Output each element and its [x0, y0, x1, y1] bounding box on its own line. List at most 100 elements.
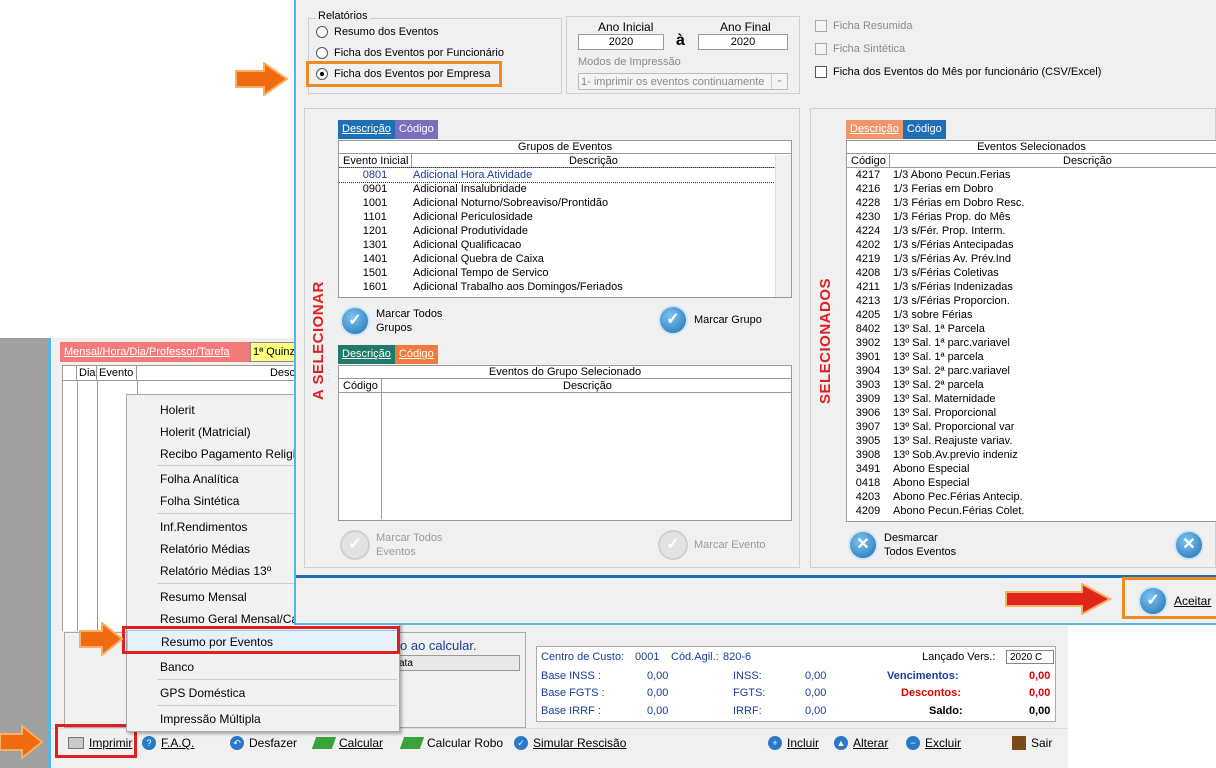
incluir-button[interactable]: + Incluir	[768, 736, 819, 750]
alterar-button[interactable]: ▲ Alterar	[834, 736, 888, 750]
table-row[interactable]: 1401 Adicional Quebra de Caixa	[339, 252, 791, 266]
tab-quinzena[interactable]: 1ª Quinz	[250, 342, 298, 362]
selecionados-title: Eventos Selecionados	[847, 141, 1216, 154]
table-row[interactable]: 4209 Abono Pecun.Férias Colet.	[847, 504, 1216, 518]
eventos-grupo-table[interactable]: Eventos do Grupo Selecionado Código Desc…	[338, 365, 792, 521]
desmarcar-evento-button[interactable]: ✕	[1174, 530, 1204, 560]
table-row[interactable]: 8402 13º Sal. 1ª Parcela	[847, 322, 1216, 336]
col-codigo: Código	[851, 155, 886, 167]
versao-value: 2020 C	[1006, 650, 1054, 664]
radio-ficha-funcionario[interactable]: Ficha dos Eventos por Funcionário	[316, 47, 504, 59]
grupos-table[interactable]: Grupos de Eventos Evento Inicial Descriç…	[338, 140, 792, 298]
table-row[interactable]: 4202 1/3 s/Férias Antecipadas	[847, 238, 1216, 252]
inss-label: INSS:	[733, 670, 762, 682]
table-row[interactable]: 3901 13º Sal. 1ª parcela	[847, 350, 1216, 364]
cell-code: 4224	[855, 225, 881, 237]
tab-mensal[interactable]: Mensal/Hora/Dia/Professor/Tarefa	[60, 342, 250, 362]
plus-icon: +	[768, 736, 782, 750]
tab-descricao-eventos[interactable]: Descrição	[338, 345, 395, 364]
tab-descricao-selecionados[interactable]: Descrição	[846, 120, 903, 139]
col-evento-inicial: Evento Inicial	[343, 155, 409, 167]
calc-progress-field: ata	[396, 655, 520, 671]
table-row[interactable]: 3491 Abono Especial	[847, 462, 1216, 476]
table-row[interactable]: 1201 Adicional Produtividade	[339, 224, 791, 238]
sair-button[interactable]: Sair	[1012, 736, 1052, 750]
check-ficha-resumida[interactable]: Ficha Resumida	[815, 20, 912, 32]
radio-circle	[316, 26, 328, 38]
check-ficha-sintetica[interactable]: Ficha Sintética	[815, 43, 905, 55]
ano-final-input[interactable]: 2020	[698, 34, 788, 50]
radio-resumo-eventos[interactable]: Resumo dos Eventos	[316, 26, 439, 38]
table-row[interactable]: 3906 13º Sal. Proporcional	[847, 406, 1216, 420]
table-row[interactable]: 4203 Abono Pec.Férias Antecip.	[847, 490, 1216, 504]
marcar-todos-grupos-button[interactable]: ✓ Marcar Todos Grupos	[340, 306, 442, 336]
tab-codigo[interactable]: Código	[394, 120, 438, 139]
calcular-robo-button[interactable]: Calcular Robo	[399, 736, 503, 750]
calcular-button[interactable]: Calcular	[311, 736, 383, 750]
tab-codigo-selecionados[interactable]: Código	[902, 120, 946, 139]
menu-item-impressao-multipla[interactable]: Impressão Múltipla	[127, 708, 399, 730]
table-row[interactable]: 4219 1/3 s/Férias Av. Prév.Ind	[847, 252, 1216, 266]
tab-descricao[interactable]: Descrição	[338, 120, 395, 139]
table-row[interactable]: 4224 1/3 s/Fér. Prop. Interm.	[847, 224, 1216, 238]
table-row[interactable]: 3904 13º Sal. 2ª parc.variavel	[847, 364, 1216, 378]
base-inss-label: Base INSS :	[541, 670, 601, 682]
excluir-button[interactable]: − Excluir	[906, 736, 961, 750]
aceitar-highlight	[1122, 577, 1216, 619]
faq-button[interactable]: ? F.A.Q.	[142, 736, 194, 750]
marcar-grupo-button[interactable]: ✓ Marcar Grupo	[658, 305, 762, 335]
table-row[interactable]: 1301 Adicional Qualificacao	[339, 238, 791, 252]
cell-description: Adicional Qualificacao	[413, 239, 522, 251]
table-row[interactable]: 3908 13º Sob.Av.previo indeniz	[847, 448, 1216, 462]
col-descricao: Descrição	[569, 155, 618, 167]
modos-impressao-select[interactable]: 1- imprimir os eventos continuamente ⌄	[578, 73, 788, 90]
check-circle-icon: ✓	[340, 306, 370, 336]
check-ficha-mes-csv[interactable]: Ficha dos Eventos do Mês por funcionário…	[815, 66, 1101, 78]
table-row[interactable]: 4213 1/3 s/Férias Proporcion.	[847, 294, 1216, 308]
cell-description: 13º Sal. Proporcional	[893, 407, 997, 419]
simular-rescisao-button[interactable]: ✓ Simular Rescisão	[514, 736, 626, 750]
cell-description: 13º Sal. Proporcional var	[893, 421, 1015, 433]
dropdown-arrow-icon: ⌄	[771, 74, 787, 89]
table-row[interactable]: 1501 Adicional Tempo de Servico	[339, 266, 791, 280]
table-row[interactable]: 3909 13º Sal. Maternidade	[847, 392, 1216, 406]
table-row[interactable]: 3907 13º Sal. Proporcional var	[847, 420, 1216, 434]
base-irrf-label: Base IRRF :	[541, 705, 601, 717]
exit-door-icon	[1012, 736, 1026, 750]
selecionados-table[interactable]: Eventos Selecionados Código Descrição 42…	[846, 140, 1216, 522]
desfazer-button[interactable]: ↶ Desfazer	[230, 736, 297, 750]
desmarcar-todos-button[interactable]: ✕ Desmarcar Todos Eventos	[848, 530, 956, 560]
table-row[interactable]: 3902 13º Sal. 1ª parc.variavel	[847, 336, 1216, 350]
tab-codigo-eventos[interactable]: Código	[394, 345, 438, 364]
eventos-grupo-tabs: Descrição Código	[338, 345, 438, 364]
table-row[interactable]: 4228 1/3 Férias em Dobro Resc.	[847, 196, 1216, 210]
table-row[interactable]: 3905 13º Sal. Reajuste variav.	[847, 434, 1216, 448]
table-row[interactable]: 4208 1/3 s/Férias Coletivas	[847, 266, 1216, 280]
table-row[interactable]: 1101 Adicional Periculosidade	[339, 210, 791, 224]
table-row[interactable]: 4216 1/3 Ferias em Dobro	[847, 182, 1216, 196]
base-inss-value: 0,00	[647, 670, 669, 682]
table-row[interactable]: 0901 Adicional Insalubridade	[339, 182, 791, 196]
cell-code: 4230	[855, 211, 881, 223]
ano-inicial-input[interactable]: 2020	[578, 34, 664, 50]
marcar-todos-eventos-button[interactable]: ✓ Marcar Todos Eventos	[340, 530, 442, 560]
table-row[interactable]: 1001 Adicional Noturno/Sobreaviso/Prontid…	[339, 196, 791, 210]
table-row[interactable]: 3903 13º Sal. 2ª parcela	[847, 378, 1216, 392]
table-row[interactable]: 4211 1/3 s/Férias Indenizadas	[847, 280, 1216, 294]
menu-item-banco[interactable]: Banco	[127, 656, 399, 678]
table-row[interactable]: 4230 1/3 Férias Prop. do Mês	[847, 210, 1216, 224]
table-row[interactable]: 1601 Adicional Trabalho aos Domingos/Feri…	[339, 280, 791, 294]
radio-circle	[316, 47, 328, 59]
grupos-scrollbar[interactable]	[775, 155, 791, 297]
table-row[interactable]: 4217 1/3 Abono Pecun.Ferias	[847, 168, 1216, 182]
menu-item-gps-domestica[interactable]: GPS Doméstica	[127, 682, 399, 704]
table-row[interactable]: 0801 Adicional Hora Atividade	[339, 167, 791, 183]
ano-final-label: Ano Final	[720, 20, 771, 34]
table-row[interactable]: 0418 Abono Especial	[847, 476, 1216, 490]
cell-code: 8402	[855, 323, 881, 335]
irrf-label: IRRF:	[733, 705, 762, 717]
marcar-evento-button[interactable]: ✓ Marcar Evento	[658, 530, 766, 560]
table-row[interactable]: 4205 1/3 sobre Férias	[847, 308, 1216, 322]
check-circle-icon: ✓	[658, 305, 688, 335]
cell-code: 4216	[855, 183, 881, 195]
